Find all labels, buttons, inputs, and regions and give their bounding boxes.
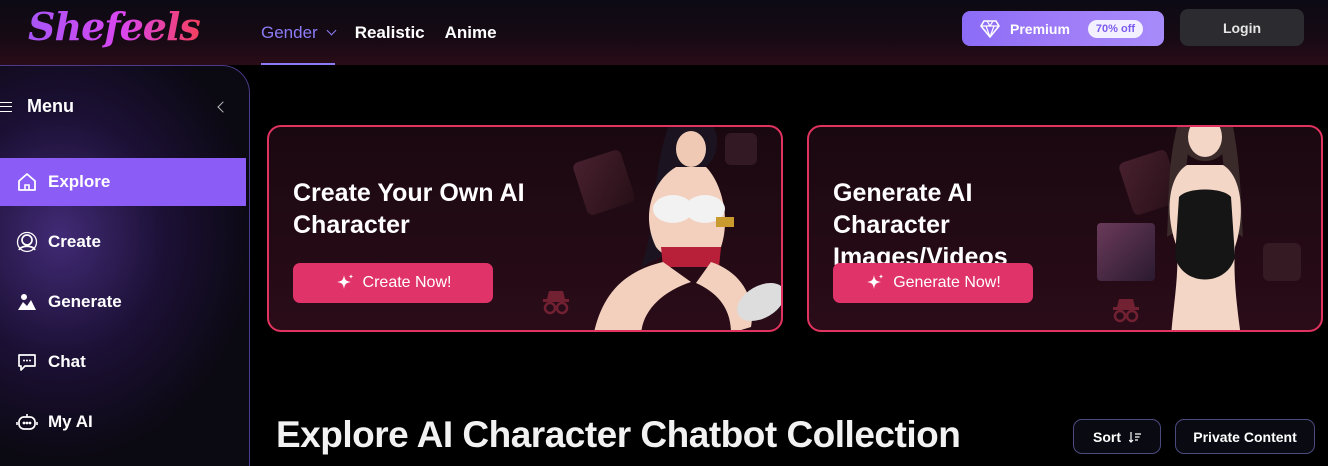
sort-icon [1129, 431, 1141, 443]
anime-character-illustration [1167, 127, 1243, 330]
create-avatar-icon [16, 231, 38, 253]
sidebar-item-generate[interactable]: Generate [0, 278, 246, 326]
private-content-button[interactable]: Private Content [1175, 419, 1315, 454]
menu-title: Menu [27, 96, 74, 116]
home-icon [16, 171, 38, 193]
sparkle-icon [336, 274, 354, 289]
login-button[interactable]: Login [1180, 9, 1304, 46]
sidebar-item-chat[interactable]: Chat [0, 338, 246, 386]
sidebar-item-label: Generate [48, 292, 122, 311]
nav-anime[interactable]: Anime [445, 0, 497, 65]
banner-title: Create Your Own AI Character [293, 179, 525, 239]
deco-thumbnail [1263, 243, 1301, 281]
sidebar-item-label: Explore [48, 172, 111, 191]
menu-icon[interactable] [0, 102, 12, 112]
sidebar-item-explore[interactable]: Explore [0, 158, 246, 206]
chevron-down-icon [326, 25, 337, 36]
sparkle-icon [867, 274, 884, 289]
nav-gender[interactable]: Gender [261, 0, 337, 65]
sidebar-item-label: My AI [48, 412, 93, 431]
sidebar-item-label: Create [48, 232, 101, 251]
premium-button[interactable]: Premium 70% off [962, 11, 1164, 46]
site-logo[interactable]: Shefeels [28, 4, 201, 49]
sort-label: Sort [1093, 428, 1121, 445]
create-now-button[interactable]: Create Now! [293, 263, 493, 303]
generate-images-banner: Generate AI Character Images/Videos Gene… [807, 125, 1323, 332]
sidebar-item-label: Chat [48, 352, 86, 371]
premium-label: Premium [1010, 20, 1070, 37]
nav-realistic[interactable]: Realistic [355, 0, 425, 65]
discount-badge: 70% off [1087, 19, 1144, 38]
sidebar: Menu Explore Create Generate Chat My AI [0, 65, 250, 466]
create-character-banner: Create Your Own AI Character Create Now! [267, 125, 783, 332]
disguise-glasses-icon [543, 291, 569, 315]
sidebar-header: Menu [0, 94, 250, 120]
page-title: Explore AI Character Chatbot Collection [276, 414, 961, 455]
generate-image-icon [16, 291, 38, 313]
sort-button[interactable]: Sort [1073, 419, 1161, 454]
top-nav: Gender Realistic Anime [261, 0, 497, 65]
banner-title: Generate AI Character Images/Videos [833, 179, 1008, 271]
generate-now-label: Generate Now! [893, 274, 1001, 291]
create-now-label: Create Now! [362, 274, 452, 291]
top-header: Shefeels Gender Realistic Anime Premium … [0, 0, 1328, 65]
sidebar-item-create[interactable]: Create [0, 218, 246, 266]
diamond-icon [980, 19, 1000, 38]
chevron-left-icon[interactable] [217, 101, 229, 113]
generate-now-button[interactable]: Generate Now! [833, 263, 1033, 303]
sidebar-item-my-ai[interactable]: My AI [0, 398, 246, 446]
nav-realistic-label: Realistic [354, 22, 425, 42]
chat-bubble-icon [16, 351, 38, 373]
nav-anime-label: Anime [444, 22, 497, 42]
nav-gender-label: Gender [261, 22, 318, 42]
anime-character-illustration [594, 127, 781, 330]
robot-icon [16, 411, 38, 433]
